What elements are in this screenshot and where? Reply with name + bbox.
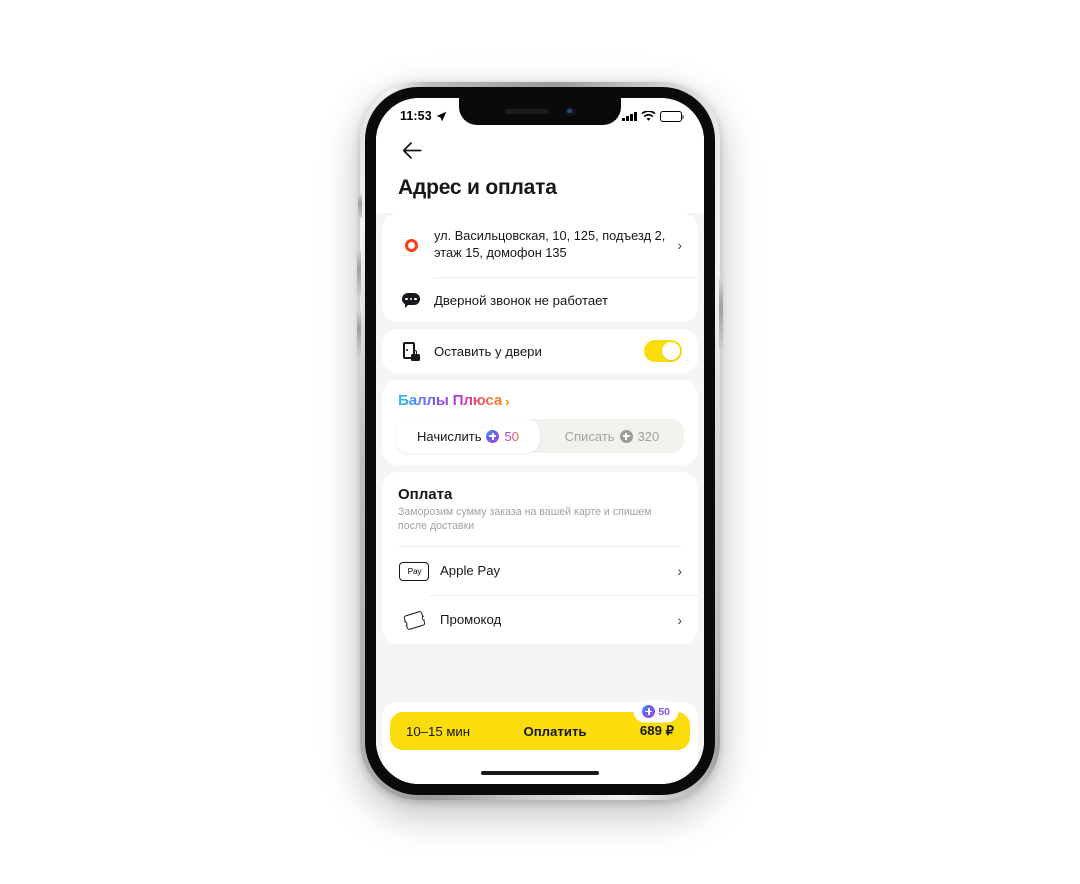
home-indicator[interactable] [481,770,599,776]
promo-ticket-icon-wrap [398,610,430,630]
app-screen: Адрес и оплата ул. Васильцовская, 10, 12… [376,128,704,784]
chat-bubble-icon [402,293,420,309]
door-lock-icon-wrap [398,341,424,361]
payment-method-promo-row[interactable]: Промокод › [382,596,698,644]
plus-segment-earn-value: 50 [504,428,519,444]
plus-points-header[interactable]: Баллы Плюса › [382,392,698,409]
apple-pay-word: Pay [407,566,422,577]
chat-bubble-icon-wrap [398,293,424,309]
payment-section-subtitle: Заморозим сумму заказа на вашей карте и … [398,506,652,533]
door-lock-icon [402,341,420,361]
payment-method-apple-pay-row[interactable]: Pay Apple Pay › [382,547,698,595]
status-bar-time-group: 11:53 [400,109,447,123]
map-pin-icon-wrap [398,238,424,252]
status-time-label: 11:53 [400,109,432,123]
plus-segment-earn[interactable]: Начислить 50 [396,419,540,454]
pay-button-label: Оплатить [523,723,587,739]
power-button[interactable] [719,278,723,350]
wifi-icon [641,110,656,121]
chevron-right-icon: › [677,237,682,254]
plus-segment-spend-label: Списать [564,428,615,444]
delivery-eta-label: 10–15 мин [406,723,471,739]
delivery-comment-row[interactable]: Дверной звонок не работает [382,278,698,322]
phone-device-frame: 11:53 Адрес и оплата ул. Васильцовская, … [357,82,723,800]
phone-notch [459,98,621,125]
location-arrow-icon [436,111,447,121]
chevron-right-icon: › [677,612,682,629]
plus-points-title: Баллы Плюса [398,392,503,410]
plus-segment-spend[interactable]: Списать 320 [540,419,684,453]
promo-code-label: Промокод [440,612,502,628]
phone-screen: 11:53 Адрес и оплата ул. Васильцовская, … [376,98,704,784]
chevron-right-icon: › [505,393,510,409]
address-card: ул. Васильцовская, 10, 125, подъезд 2, э… [382,213,698,323]
plus-segment-spend-value: 320 [637,428,660,444]
volume-down-button[interactable] [357,310,361,356]
plus-badge-icon [486,429,500,443]
volume-up-button[interactable] [357,250,361,296]
leave-at-door-row[interactable]: Оставить у двери [382,329,698,373]
plus-points-segmented-control: Начислить 50 Списать 320 [396,419,684,454]
apple-pay-label: Apple Pay [440,563,501,579]
payment-section-title: Оплата [398,486,453,504]
address-row[interactable]: ул. Васильцовская, 10, 125, подъезд 2, э… [382,213,698,277]
plus-badge-icon [619,429,633,443]
chevron-right-icon: › [677,563,682,580]
home-indicator-area [376,762,704,784]
map-pin-icon [404,238,418,252]
leave-at-door-card: Оставить у двери [382,329,698,374]
status-bar-indicators [622,110,685,122]
silent-switch-button[interactable] [358,194,362,218]
app-header: Адрес и оплата [376,128,704,214]
apple-pay-icon-wrap: Pay [398,561,430,581]
cellular-signal-icon [622,111,637,121]
plus-bonus-badge: 50 [636,703,676,720]
payment-card: Оплата Заморозим сумму заказа на вашей к… [382,472,698,645]
bottom-action-bar: 10–15 мин Оплатить 689 ₽ 50 [382,702,698,762]
leave-at-door-label: Оставить у двери [434,343,542,359]
plus-points-card: Баллы Плюса › Начислить 50 Списать 320 [382,380,698,466]
toggle-knob [662,342,680,361]
front-camera-icon [564,106,576,117]
phone-bezel: 11:53 Адрес и оплата ул. Васильцовская, … [365,87,715,795]
delivery-comment-text: Дверной звонок не работает [434,292,609,308]
page-title: Адрес и оплата [398,176,557,199]
earpiece-speaker [504,109,549,114]
apple-pay-icon: Pay [399,561,429,581]
back-button[interactable] [398,136,426,164]
order-total-price: 689 ₽ [639,723,674,738]
plus-badge-icon [642,705,656,718]
scrollable-content[interactable]: ул. Васильцовская, 10, 125, подъезд 2, э… [376,213,704,784]
address-text: ул. Васильцовская, 10, 125, подъезд 2, э… [434,228,666,261]
arrow-left-icon [402,141,422,159]
plus-bonus-value: 50 [658,705,670,718]
battery-full-icon [660,110,685,122]
pay-button[interactable]: 10–15 мин Оплатить 689 ₽ 50 [390,703,690,750]
plus-segment-earn-label: Начислить [417,428,482,444]
leave-at-door-toggle[interactable] [644,340,682,363]
promo-ticket-icon [402,610,426,630]
